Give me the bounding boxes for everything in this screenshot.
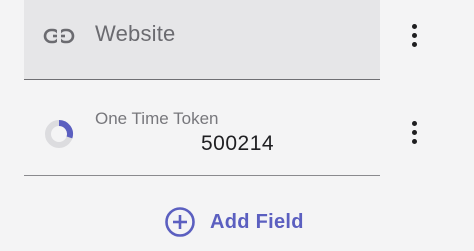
more-vertical-icon <box>411 121 417 126</box>
add-field-button[interactable]: Add Field <box>164 206 304 238</box>
add-field-label: Add Field <box>210 210 304 233</box>
one-time-token-label: One Time Token <box>95 109 219 128</box>
link-icon <box>42 22 76 50</box>
one-time-token-field[interactable]: One Time Token 500214 <box>24 95 380 176</box>
one-time-token-more-button[interactable] <box>403 121 425 144</box>
website-field[interactable]: Website <box>24 0 380 80</box>
item-fields-panel: Website One Time Token 500214 Add Field <box>0 0 474 251</box>
more-vertical-icon <box>411 24 417 29</box>
website-field-label: Website <box>95 21 176 46</box>
one-time-token-value[interactable]: 500214 <box>201 132 274 156</box>
website-more-button[interactable] <box>403 24 425 47</box>
plus-circle-icon <box>164 206 196 238</box>
countdown-timer-icon <box>44 119 74 149</box>
